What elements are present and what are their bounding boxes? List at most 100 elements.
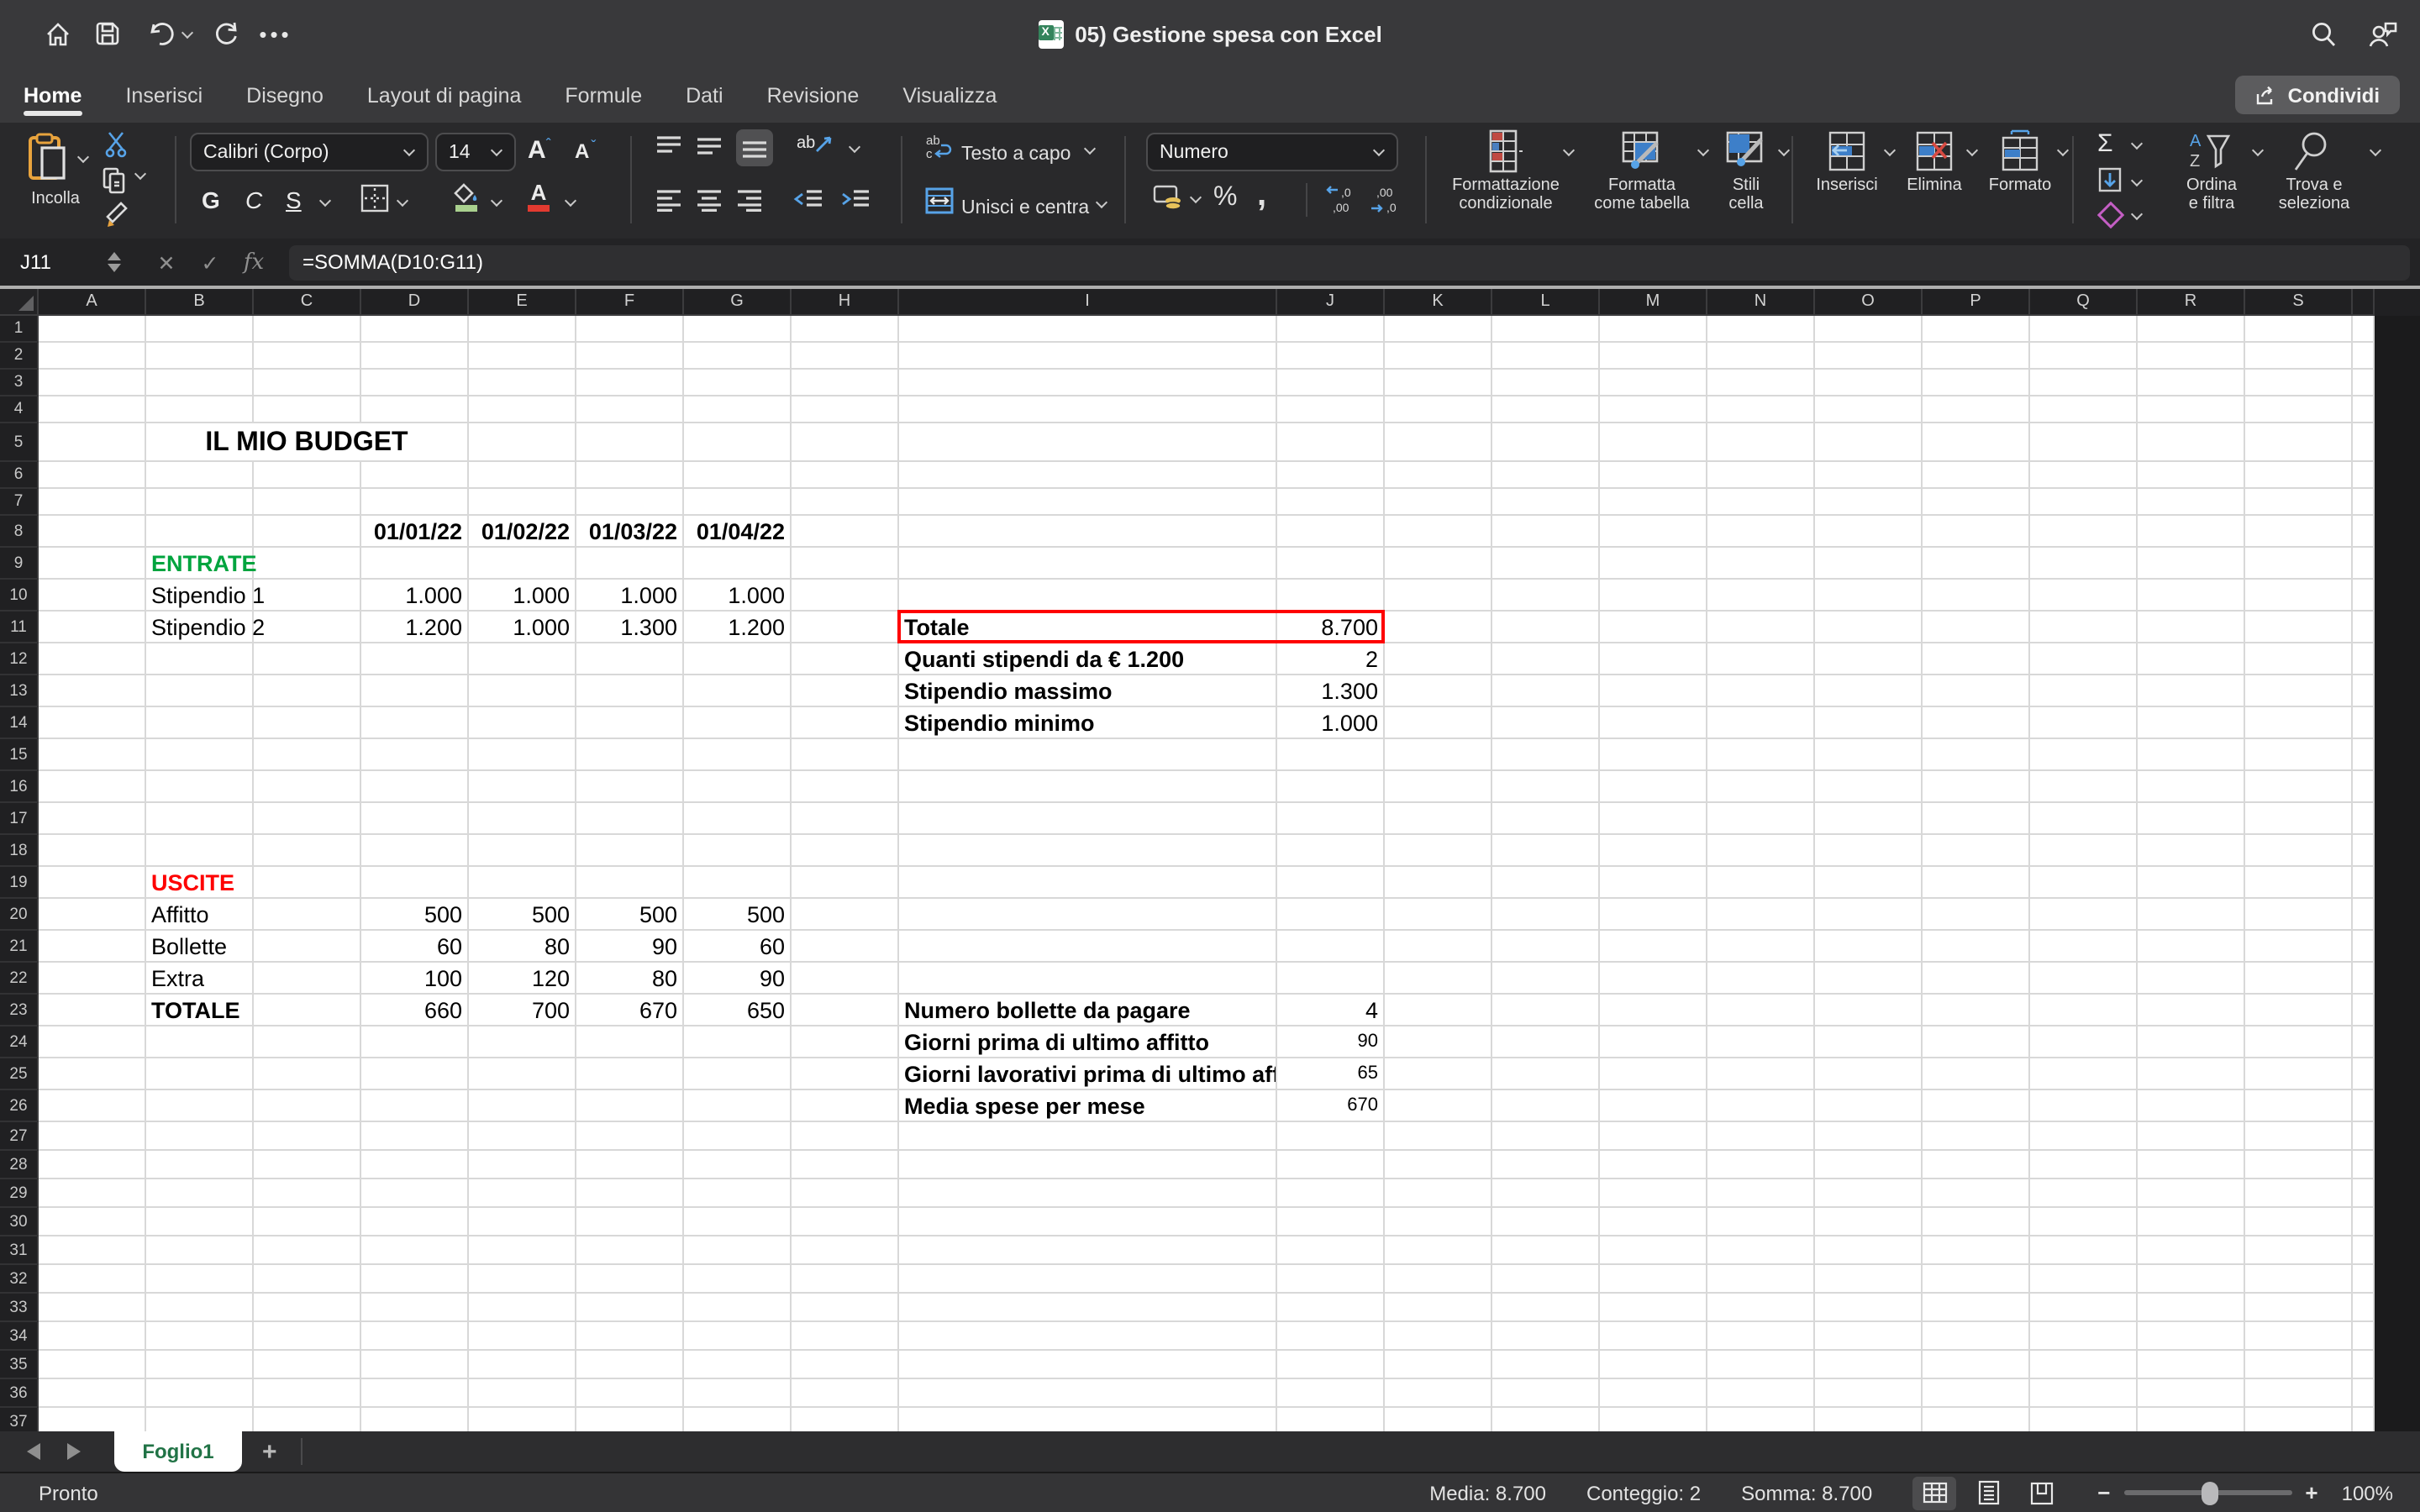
cell-F23[interactable]: 670 xyxy=(576,995,684,1026)
cell-M28[interactable] xyxy=(1600,1151,1707,1179)
cell-I18[interactable] xyxy=(899,835,1277,867)
cell-G16[interactable] xyxy=(684,771,792,803)
borders-icon[interactable] xyxy=(360,183,390,213)
cell-J14[interactable]: 1.000 xyxy=(1277,707,1385,739)
cell-N11[interactable] xyxy=(1707,612,1815,643)
cell-J5[interactable] xyxy=(1277,423,1385,462)
cell-D26[interactable] xyxy=(361,1090,469,1122)
cell-F32[interactable] xyxy=(576,1265,684,1294)
cell-Q36[interactable] xyxy=(2030,1379,2138,1408)
cell-L1[interactable] xyxy=(1492,316,1600,343)
cell-F11[interactable]: 1.300 xyxy=(576,612,684,643)
cell-Q28[interactable] xyxy=(2030,1151,2138,1179)
cell-E11[interactable]: 1.000 xyxy=(469,612,576,643)
cell-D11[interactable]: 1.200 xyxy=(361,612,469,643)
zoom-slider[interactable] xyxy=(2123,1490,2291,1495)
cell-S4[interactable] xyxy=(2245,396,2353,423)
cell-O27[interactable] xyxy=(1815,1122,1923,1151)
cell-R1[interactable] xyxy=(2138,316,2245,343)
cell-C28[interactable] xyxy=(254,1151,361,1179)
cell-styles-button[interactable]: Stilicella xyxy=(1707,129,1785,213)
cell-O12[interactable] xyxy=(1815,643,1923,675)
cell-L30[interactable] xyxy=(1492,1208,1600,1236)
cell-C16[interactable] xyxy=(254,771,361,803)
cell-O17[interactable] xyxy=(1815,803,1923,835)
cell-R8[interactable] xyxy=(2138,516,2245,548)
cell-F37[interactable] xyxy=(576,1408,684,1431)
cell-P21[interactable] xyxy=(1923,931,2030,963)
cell-E25[interactable] xyxy=(469,1058,576,1090)
cell-F25[interactable] xyxy=(576,1058,684,1090)
cell-M1[interactable] xyxy=(1600,316,1707,343)
column-header-R[interactable]: R xyxy=(2138,289,2245,316)
cell-F33[interactable] xyxy=(576,1294,684,1322)
cell-partial-4[interactable] xyxy=(2353,396,2375,423)
paste-chevron-icon[interactable] xyxy=(77,153,89,165)
cell-C13[interactable] xyxy=(254,675,361,707)
cell-L14[interactable] xyxy=(1492,707,1600,739)
cell-B27[interactable] xyxy=(146,1122,254,1151)
cell-A10[interactable] xyxy=(39,580,146,612)
row-header-32[interactable]: 32 xyxy=(0,1265,39,1294)
cell-A34[interactable] xyxy=(39,1322,146,1351)
cut-icon[interactable] xyxy=(104,131,129,158)
cell-B1[interactable] xyxy=(146,316,254,343)
cell-J17[interactable] xyxy=(1277,803,1385,835)
cell-partial-14[interactable] xyxy=(2353,707,2375,739)
zoom-percentage[interactable]: 100% xyxy=(2342,1481,2393,1504)
cell-P27[interactable] xyxy=(1923,1122,2030,1151)
cell-L33[interactable] xyxy=(1492,1294,1600,1322)
cell-B10[interactable]: Stipendio 1 xyxy=(146,580,254,612)
cell-R24[interactable] xyxy=(2138,1026,2245,1058)
cell-O37[interactable] xyxy=(1815,1408,1923,1431)
cell-R27[interactable] xyxy=(2138,1122,2245,1151)
cell-S10[interactable] xyxy=(2245,580,2353,612)
cell-G25[interactable] xyxy=(684,1058,792,1090)
cell-L25[interactable] xyxy=(1492,1058,1600,1090)
cell-E35[interactable] xyxy=(469,1351,576,1379)
clear-chevron-icon[interactable] xyxy=(2131,210,2143,222)
cell-C26[interactable] xyxy=(254,1090,361,1122)
cell-A14[interactable] xyxy=(39,707,146,739)
conditional-formatting-chevron-icon[interactable] xyxy=(1563,146,1575,158)
cell-H16[interactable] xyxy=(792,771,899,803)
cell-S15[interactable] xyxy=(2245,739,2353,771)
cell-J20[interactable] xyxy=(1277,899,1385,931)
cell-N6[interactable] xyxy=(1707,462,1815,489)
cell-F20[interactable]: 500 xyxy=(576,899,684,931)
cell-S6[interactable] xyxy=(2245,462,2353,489)
cell-C17[interactable] xyxy=(254,803,361,835)
cell-H7[interactable] xyxy=(792,489,899,516)
cell-S33[interactable] xyxy=(2245,1294,2353,1322)
cell-D10[interactable]: 1.000 xyxy=(361,580,469,612)
cell-partial-28[interactable] xyxy=(2353,1151,2375,1179)
cell-C18[interactable] xyxy=(254,835,361,867)
cell-L6[interactable] xyxy=(1492,462,1600,489)
cell-J22[interactable] xyxy=(1277,963,1385,995)
cell-K7[interactable] xyxy=(1385,489,1492,516)
cell-J13[interactable]: 1.300 xyxy=(1277,675,1385,707)
cell-C19[interactable] xyxy=(254,867,361,899)
cell-D6[interactable] xyxy=(361,462,469,489)
zoom-out-button[interactable]: − xyxy=(2097,1480,2110,1505)
cell-R20[interactable] xyxy=(2138,899,2245,931)
decrease-decimal-icon[interactable]: ,0,00 xyxy=(1324,183,1361,215)
cell-O21[interactable] xyxy=(1815,931,1923,963)
cell-L32[interactable] xyxy=(1492,1265,1600,1294)
cell-N37[interactable] xyxy=(1707,1408,1815,1431)
cell-L37[interactable] xyxy=(1492,1408,1600,1431)
cell-N32[interactable] xyxy=(1707,1265,1815,1294)
cell-S5[interactable] xyxy=(2245,423,2353,462)
cell-B3[interactable] xyxy=(146,370,254,396)
cell-D32[interactable] xyxy=(361,1265,469,1294)
cell-Q11[interactable] xyxy=(2030,612,2138,643)
insert-function-icon[interactable]: fx xyxy=(232,249,276,275)
cell-S16[interactable] xyxy=(2245,771,2353,803)
cell-S9[interactable] xyxy=(2245,548,2353,580)
cell-G24[interactable] xyxy=(684,1026,792,1058)
cell-L12[interactable] xyxy=(1492,643,1600,675)
cell-M17[interactable] xyxy=(1600,803,1707,835)
sort-filter-button[interactable]: AZ Ordinae filtra xyxy=(2165,129,2259,213)
cell-M26[interactable] xyxy=(1600,1090,1707,1122)
cell-K24[interactable] xyxy=(1385,1026,1492,1058)
